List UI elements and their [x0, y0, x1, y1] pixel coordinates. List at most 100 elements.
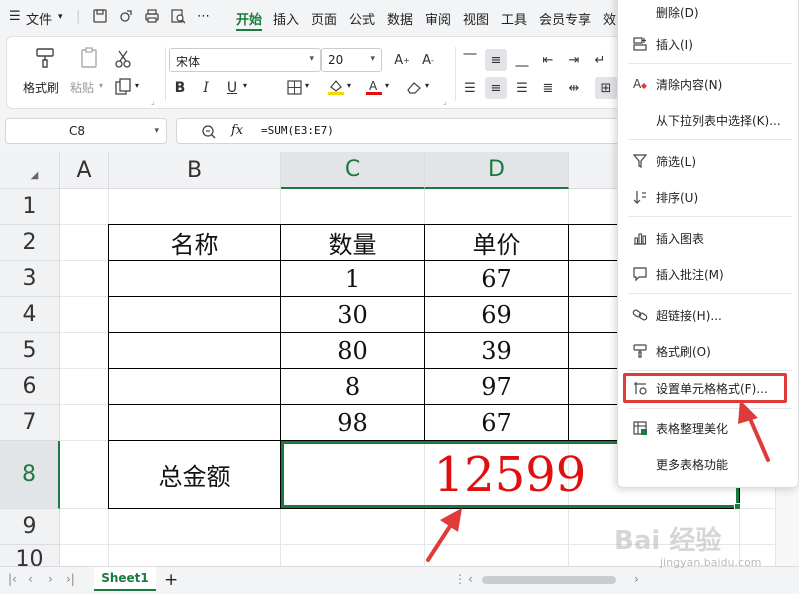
more-icon[interactable]: ⋯ [197, 9, 210, 24]
tab-view[interactable]: 视图 [463, 9, 489, 28]
export-icon[interactable] [118, 8, 134, 24]
cell-b8[interactable]: 总金额 [109, 441, 280, 508]
horizontal-scrollbar-thumb[interactable] [482, 576, 616, 584]
tab-member[interactable]: 会员专享 [539, 9, 591, 28]
align-left-icon[interactable]: ☰ [459, 77, 481, 99]
menu-item-table-beautify[interactable]: 表格整理美化 [618, 413, 799, 443]
sheet-tab-sheet1[interactable]: Sheet1 [94, 567, 156, 591]
indent-decrease-icon[interactable]: ⇤ [537, 49, 559, 71]
last-sheet-icon[interactable]: ›| [66, 572, 75, 586]
menu-item-pick-from-dropdown[interactable]: 从下拉列表中选择(K)... [618, 105, 799, 135]
hamburger-menu-icon[interactable]: ☰ [9, 9, 21, 24]
align-bottom-icon[interactable]: ⎽ [511, 49, 533, 71]
cell-d7[interactable]: 67 [425, 405, 568, 440]
cell-c3[interactable]: 1 [281, 261, 424, 296]
column-header-d[interactable]: D [425, 152, 569, 189]
cell-b2[interactable]: 名称 [109, 225, 280, 260]
wrap-text-icon[interactable]: ↵ [589, 49, 611, 71]
tab-efficiency[interactable]: 效 [603, 9, 616, 28]
print-preview-icon[interactable] [170, 8, 186, 24]
zoom-formula-icon[interactable] [201, 124, 217, 140]
underline-icon[interactable]: U [221, 77, 243, 99]
border-icon[interactable] [287, 80, 302, 95]
clipboard-expand-icon[interactable]: ⌟ [151, 97, 155, 106]
increase-font-icon[interactable]: A + [391, 49, 413, 71]
italic-icon[interactable]: I [195, 77, 217, 99]
cell-d5[interactable]: 39 [425, 333, 568, 368]
menu-item-more-table-features[interactable]: 更多表格功能 [618, 449, 799, 479]
add-sheet-button[interactable]: + [164, 570, 178, 590]
row-header-9[interactable]: 9 [0, 509, 60, 545]
font-expand-icon[interactable]: ⌟ [443, 97, 447, 106]
copy-icon[interactable] [113, 77, 133, 97]
menu-item-sort[interactable]: 排序(U) [618, 182, 799, 212]
indent-increase-icon[interactable]: ⇥ [563, 49, 585, 71]
align-center-icon[interactable]: ≡ [485, 77, 507, 99]
column-header-b[interactable]: B [109, 152, 281, 189]
row-header-8[interactable]: 8 [0, 441, 60, 509]
merge-center-icon[interactable]: ⊞ [595, 77, 617, 99]
cell-c6[interactable]: 8 [281, 369, 424, 404]
row-header-10[interactable]: 10 [0, 545, 60, 566]
copy-chevron-icon[interactable]: ▾ [135, 81, 139, 90]
scroll-right-icon[interactable]: › [634, 572, 639, 586]
tab-formula[interactable]: 公式 [349, 9, 375, 28]
menu-item-hyperlink[interactable]: 超链接(H)... [618, 300, 799, 330]
row-header-2[interactable]: 2 [0, 225, 60, 261]
paste-button[interactable]: 粘贴 [70, 79, 94, 96]
menu-item-insert-comment[interactable]: 插入批注(M) [618, 259, 799, 289]
cell-c5[interactable]: 80 [281, 333, 424, 368]
column-header-a[interactable]: A [60, 152, 109, 189]
scroll-left-icon[interactable]: ‹ [468, 572, 473, 586]
cell-d3[interactable]: 67 [425, 261, 568, 296]
cell-c2[interactable]: 数量 [281, 225, 424, 260]
format-painter-button[interactable]: 格式刷 [23, 79, 59, 96]
menu-item-insert[interactable]: 插入(I) [618, 29, 799, 59]
tab-home[interactable]: 开始 [236, 9, 262, 28]
fill-color-chevron-icon[interactable]: ▾ [347, 81, 351, 90]
name-box-chevron-icon[interactable]: ▾ [154, 119, 159, 143]
cell-d2[interactable]: 单价 [425, 225, 568, 260]
align-right-icon[interactable]: ☰ [511, 77, 533, 99]
fill-handle[interactable] [734, 503, 741, 510]
distributed-icon[interactable]: ⇹ [563, 77, 585, 99]
name-box[interactable]: C8 ▾ [5, 118, 167, 144]
menu-item-format-painter[interactable]: 格式刷(O) [618, 336, 799, 366]
cell-c4[interactable]: 30 [281, 297, 424, 332]
file-menu-chevron-icon[interactable]: ▾ [58, 12, 63, 22]
cell-d4[interactable]: 69 [425, 297, 568, 332]
insert-function-icon[interactable]: fx [231, 123, 243, 138]
clear-format-chevron-icon[interactable]: ▾ [425, 81, 429, 90]
clear-format-icon[interactable] [405, 79, 423, 95]
underline-chevron-icon[interactable]: ▾ [243, 81, 247, 90]
first-sheet-icon[interactable]: |‹ [8, 572, 17, 586]
prev-sheet-icon[interactable]: ‹ [28, 572, 33, 586]
font-color-chevron-icon[interactable]: ▾ [385, 81, 389, 90]
tab-page[interactable]: 页面 [311, 9, 337, 28]
font-color-icon[interactable]: A [365, 78, 383, 96]
paste-icon[interactable] [77, 46, 101, 70]
cell-d6[interactable]: 97 [425, 369, 568, 404]
tab-data[interactable]: 数据 [387, 9, 413, 28]
cut-icon[interactable] [113, 49, 133, 69]
row-header-4[interactable]: 4 [0, 297, 60, 333]
column-header-c[interactable]: C [281, 152, 425, 189]
align-top-icon[interactable]: ⎺ [459, 49, 481, 71]
row-header-6[interactable]: 6 [0, 369, 60, 405]
justify-icon[interactable]: ≣ [537, 77, 559, 99]
row-header-1[interactable]: 1 [0, 189, 60, 225]
tab-insert[interactable]: 插入 [273, 9, 299, 28]
border-chevron-icon[interactable]: ▾ [305, 81, 309, 90]
align-middle-icon[interactable]: ≡ [485, 49, 507, 71]
tab-tools[interactable]: 工具 [501, 9, 527, 28]
file-menu[interactable]: 文件 [26, 9, 52, 28]
select-all-corner[interactable]: ◢ [0, 152, 60, 189]
row-header-7[interactable]: 7 [0, 405, 60, 441]
print-icon[interactable] [144, 8, 160, 24]
row-header-3[interactable]: 3 [0, 261, 60, 297]
scroll-divider-icon[interactable]: ⋮ [454, 572, 466, 586]
save-icon[interactable] [92, 8, 108, 24]
font-size-select[interactable]: 20 ▾ [321, 48, 382, 72]
tab-review[interactable]: 审阅 [425, 9, 451, 28]
menu-item-clear-contents[interactable]: A 清除内容(N) [618, 69, 799, 99]
